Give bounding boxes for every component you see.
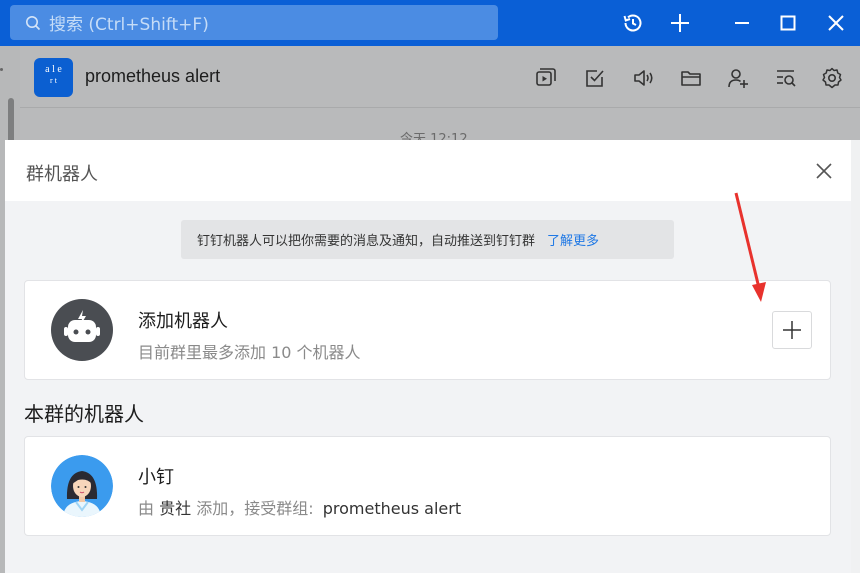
add-robot-title: 添加机器人 — [138, 311, 228, 332]
learn-more-link[interactable]: 了解更多 — [547, 230, 599, 249]
plus-icon[interactable] — [666, 9, 694, 37]
search-placeholder: 搜索 (Ctrl+Shift+F) — [49, 15, 209, 35]
robot-group-name: prometheus alert — [322, 499, 462, 518]
logo-text-bottom: r t — [50, 76, 57, 85]
task-icon[interactable] — [583, 66, 607, 90]
dialog-title: 群机器人 — [26, 164, 98, 185]
close-icon[interactable] — [822, 9, 850, 37]
folder-icon[interactable] — [679, 66, 703, 90]
robot-notice: 钉钉机器人可以把你需要的消息及通知，自动推送到钉钉群 了解更多 — [181, 220, 674, 259]
video-icon[interactable] — [534, 66, 558, 90]
settings-icon[interactable] — [820, 66, 844, 90]
add-member-icon[interactable] — [726, 66, 750, 90]
dialog-header: 群机器人 — [5, 140, 851, 201]
plus-icon — [783, 321, 801, 339]
dialog-close-icon[interactable] — [813, 160, 835, 182]
menu-dot — [0, 68, 3, 71]
group-robot-dialog: 群机器人 钉钉机器人可以把你需要的消息及通知，自动推送到钉钉群 了解更多 添加机… — [5, 140, 851, 573]
title-bar: 搜索 (Ctrl+Shift+F) — [0, 0, 860, 46]
search-icon — [26, 15, 41, 30]
add-robot-card: 添加机器人 目前群里最多添加 10 个机器人 — [24, 280, 831, 380]
robot-list-item[interactable]: 小钉 由 贵社 添加，接受群组: prometheus alert — [24, 436, 831, 536]
section-title: 本群的机器人 — [24, 402, 144, 426]
chat-header: a l e r t prometheus alert — [20, 46, 860, 108]
robot-info-middle: 添加，接受群组: — [196, 499, 314, 518]
robot-info-prefix: 由 — [138, 499, 155, 518]
speaker-icon[interactable] — [631, 66, 655, 90]
maximize-icon[interactable] — [774, 9, 802, 37]
group-logo: a l e r t — [34, 58, 73, 97]
robot-icon — [51, 299, 113, 361]
notice-text: 钉钉机器人可以把你需要的消息及通知，自动推送到钉钉群 — [197, 234, 536, 249]
robot-added-by: 贵社 — [159, 499, 192, 518]
search-input[interactable]: 搜索 (Ctrl+Shift+F) — [10, 5, 498, 40]
history-icon[interactable] — [619, 9, 647, 37]
robot-avatar — [51, 455, 113, 517]
add-robot-subtitle: 目前群里最多添加 10 个机器人 — [138, 343, 361, 362]
logo-text-top: a l e — [45, 64, 62, 75]
chat-search-icon[interactable] — [774, 66, 798, 90]
add-robot-button[interactable] — [772, 311, 812, 349]
minimize-icon[interactable] — [728, 9, 756, 37]
robot-name: 小钉 — [138, 467, 174, 488]
scrollbar[interactable] — [8, 98, 14, 146]
robot-info: 由 贵社 添加，接受群组: prometheus alert — [138, 495, 461, 519]
chat-title: prometheus alert — [85, 66, 221, 86]
chat-messages: 今天 12:12 — [20, 108, 860, 147]
